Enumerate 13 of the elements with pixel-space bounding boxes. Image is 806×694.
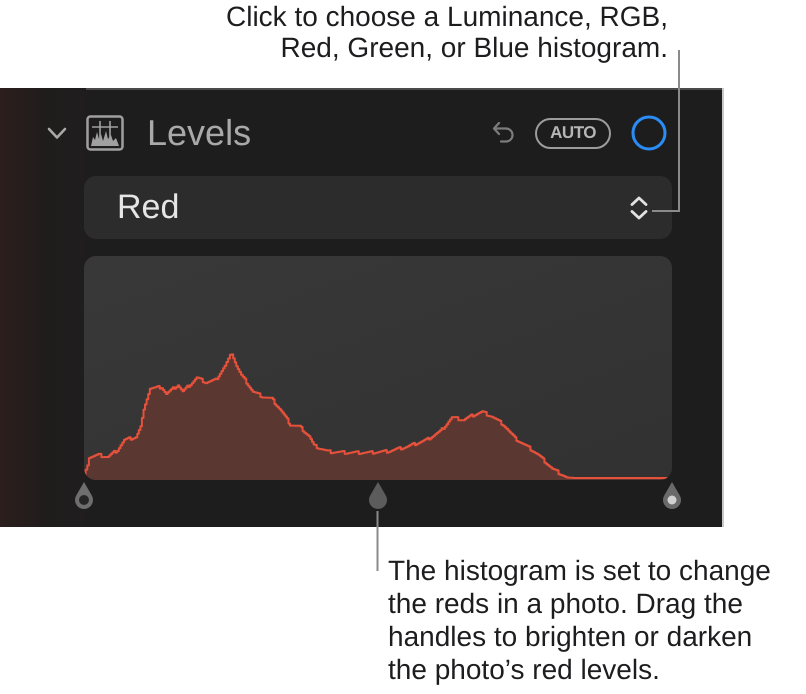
callout-text: The histogram is set to change the reds in a photo. Drag the handles to brighten or darken the photo’s red levels. — [388, 554, 772, 686]
shadows-handle[interactable] — [74, 482, 94, 510]
callout-text: Click to choose a Luminance, RGB, Red, Green, or Blue histogram. — [225, 1, 668, 63]
histogram-icon — [86, 115, 124, 151]
highlights-handle[interactable] — [662, 482, 682, 510]
leader-line — [376, 511, 379, 571]
channel-dropdown[interactable]: Red — [84, 176, 672, 239]
section-title: Levels — [147, 113, 252, 153]
circle-icon[interactable] — [631, 115, 667, 151]
chevron-down-icon[interactable] — [47, 126, 67, 140]
auto-button[interactable]: AUTO — [535, 118, 611, 148]
up-down-chevron-icon — [629, 194, 649, 220]
midtones-handle[interactable] — [368, 482, 388, 510]
